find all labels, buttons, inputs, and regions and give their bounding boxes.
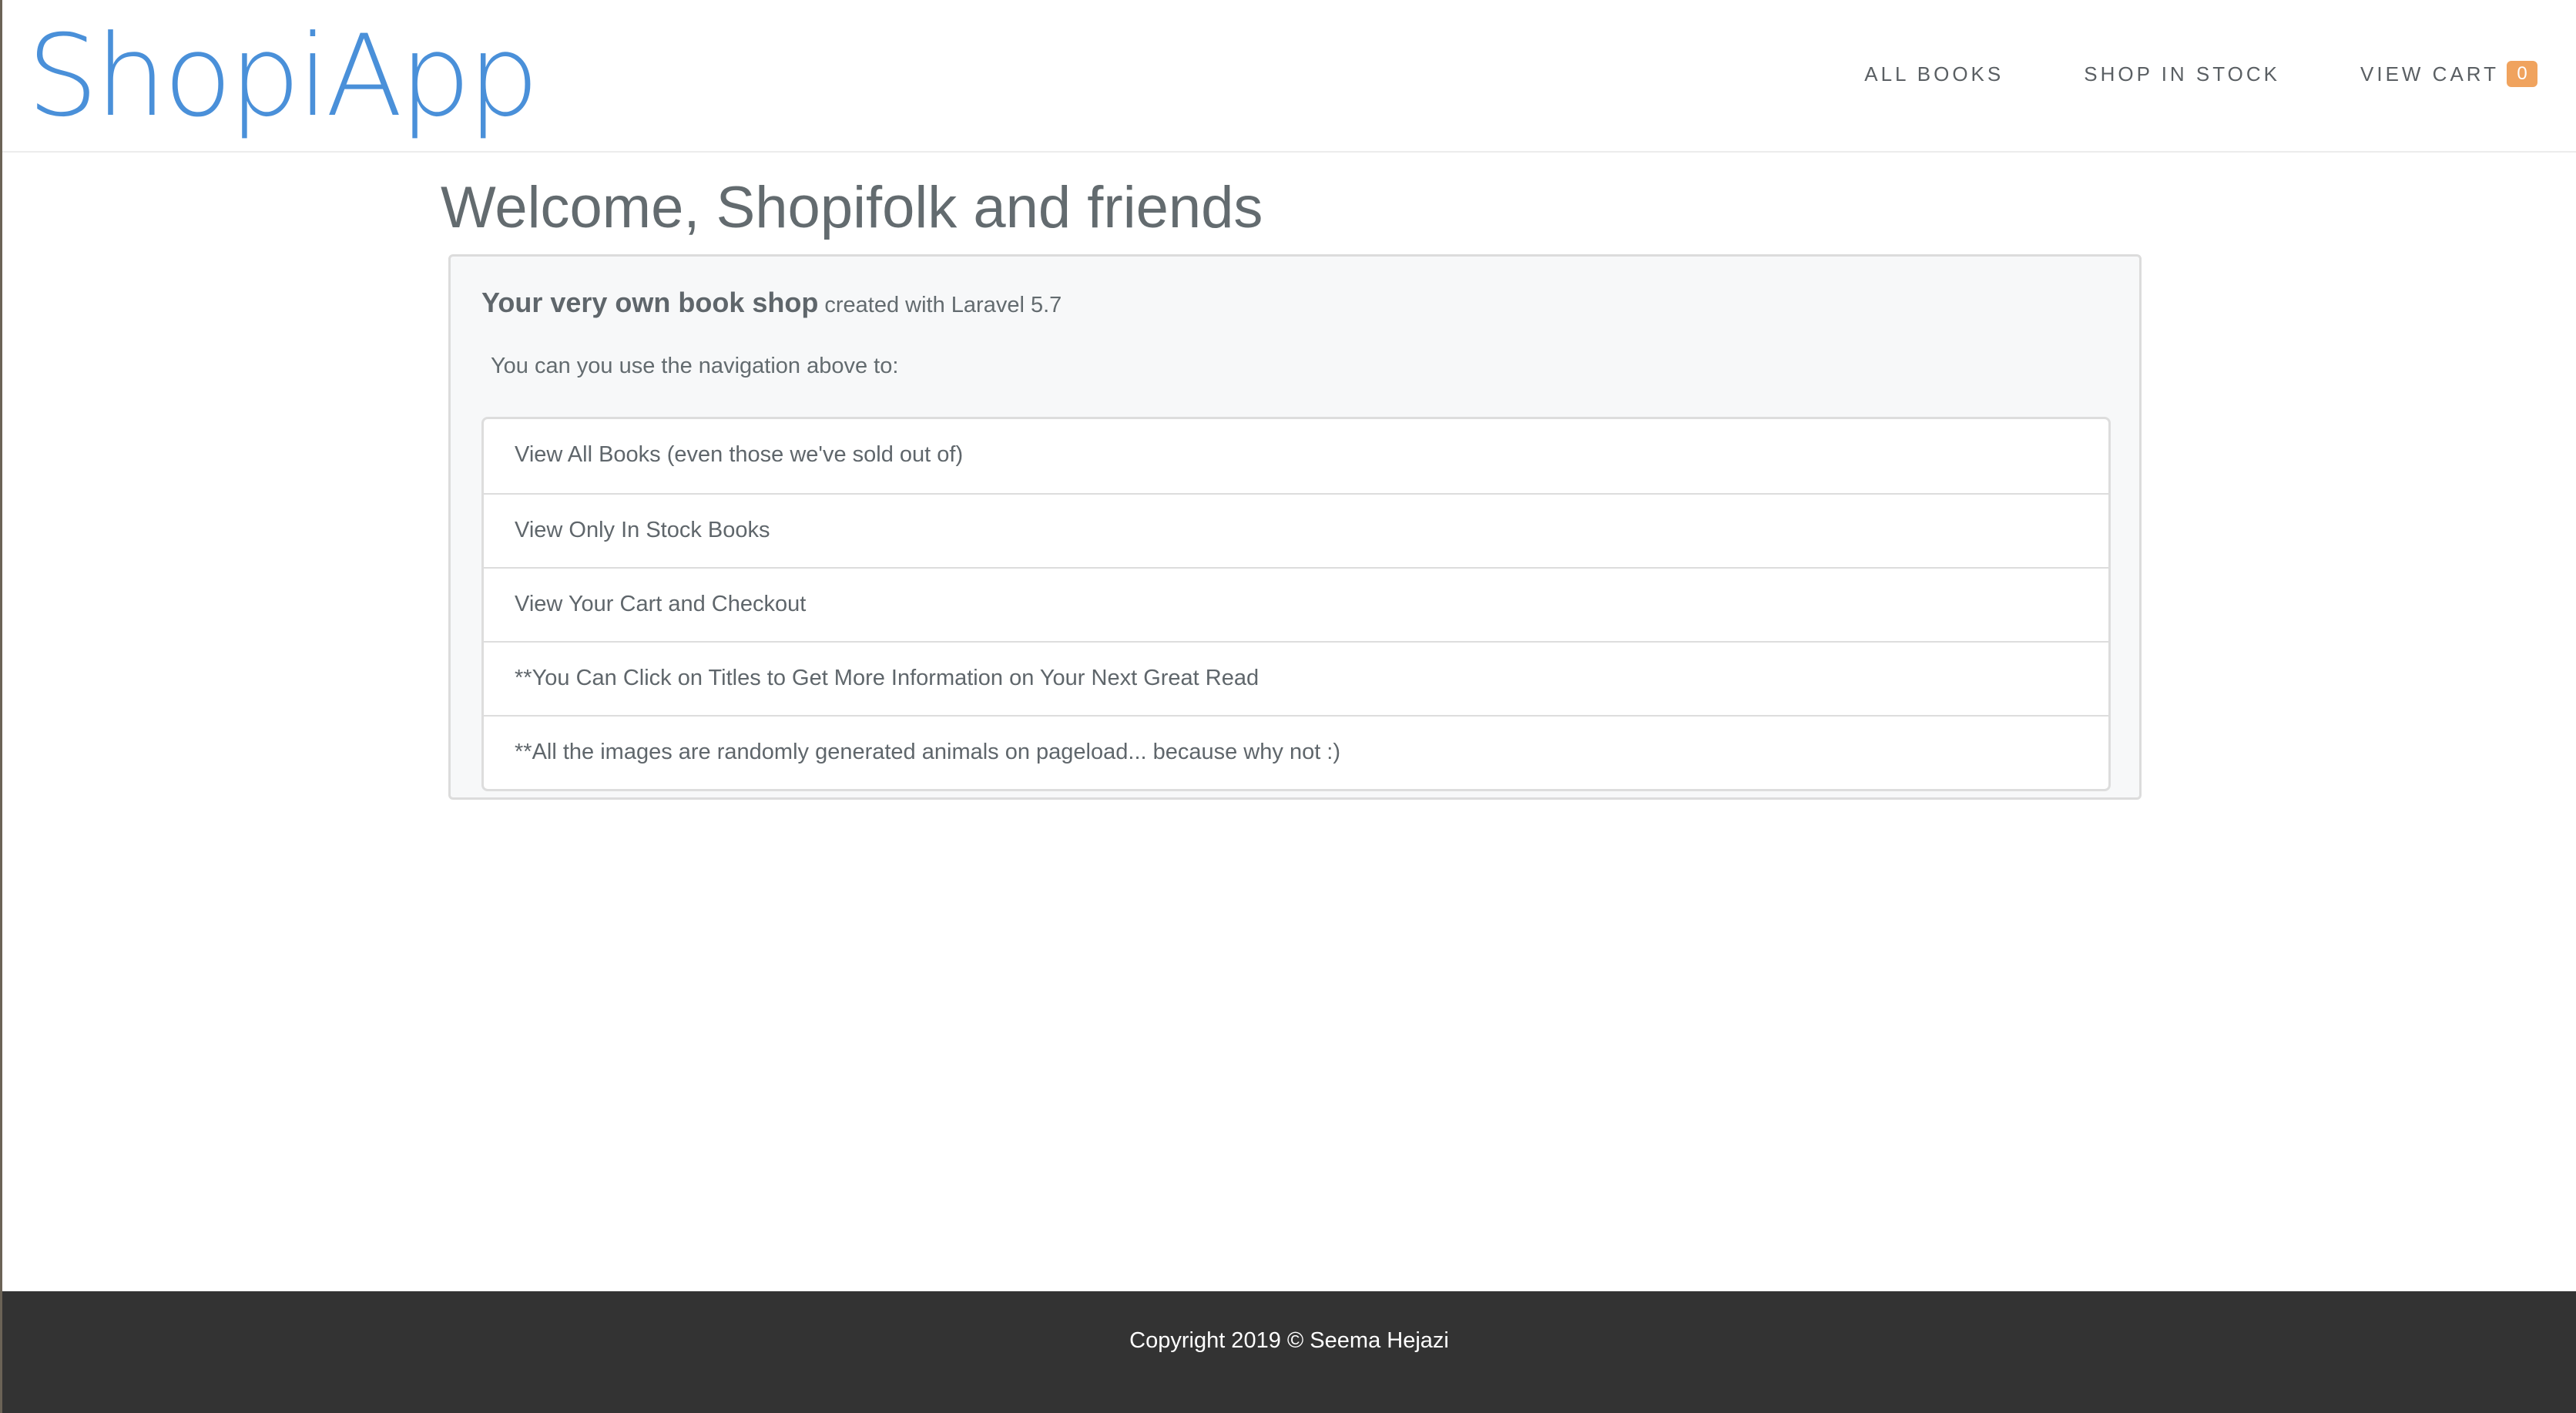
list-item-view-in-stock: View Only In Stock Books (484, 493, 2108, 567)
card-subheading: created with Laravel 5.7 (824, 293, 1062, 317)
nav-link-shop-in-stock[interactable]: SHOP IN STOCK (2084, 57, 2280, 91)
copyright-text: Copyright 2019 © Seema Hejazi (1129, 1328, 1449, 1353)
navigation-help-list: View All Books (even those we've sold ou… (481, 417, 2111, 791)
window-edge (0, 0, 2, 1413)
cart-count-badge: 0 (2507, 61, 2537, 87)
navbar: ShopiApp ALL BOOKS SHOP IN STOCK VIEW CA… (2, 0, 2576, 153)
card-heading: Your very own book shop (481, 287, 819, 318)
footer: Copyright 2019 © Seema Hejazi (2, 1291, 2576, 1413)
welcome-card: Your very own book shop created with Lara… (448, 254, 2142, 800)
brand-logo-link[interactable]: ShopiApp (27, 11, 539, 142)
page-title: Welcome, Shopifolk and friends (441, 175, 1263, 240)
card-intro-text: You can you use the navigation above to: (491, 354, 899, 378)
nav-link-view-cart[interactable]: VIEW CART 0 (2360, 57, 2537, 91)
list-item-view-all-books: View All Books (even those we've sold ou… (515, 442, 964, 467)
list-item-click-titles-tip: **You Can Click on Titles to Get More In… (484, 641, 2108, 715)
nav-link-all-books[interactable]: ALL BOOKS (1864, 57, 2004, 91)
list-item-view-cart: View Your Cart and Checkout (484, 567, 2108, 641)
nav-link-view-cart-label: VIEW CART (2360, 62, 2499, 86)
nav-link-shop-in-stock-label: SHOP IN STOCK (2084, 62, 2281, 86)
nav-link-all-books-label: ALL BOOKS (1864, 62, 2004, 86)
card-header: Your very own book shop created with Lara… (481, 286, 1062, 326)
list-item-random-images-tip: **All the images are randomly generated … (484, 715, 2108, 789)
nav-links: ALL BOOKS SHOP IN STOCK VIEW CART 0 (1784, 57, 2537, 91)
